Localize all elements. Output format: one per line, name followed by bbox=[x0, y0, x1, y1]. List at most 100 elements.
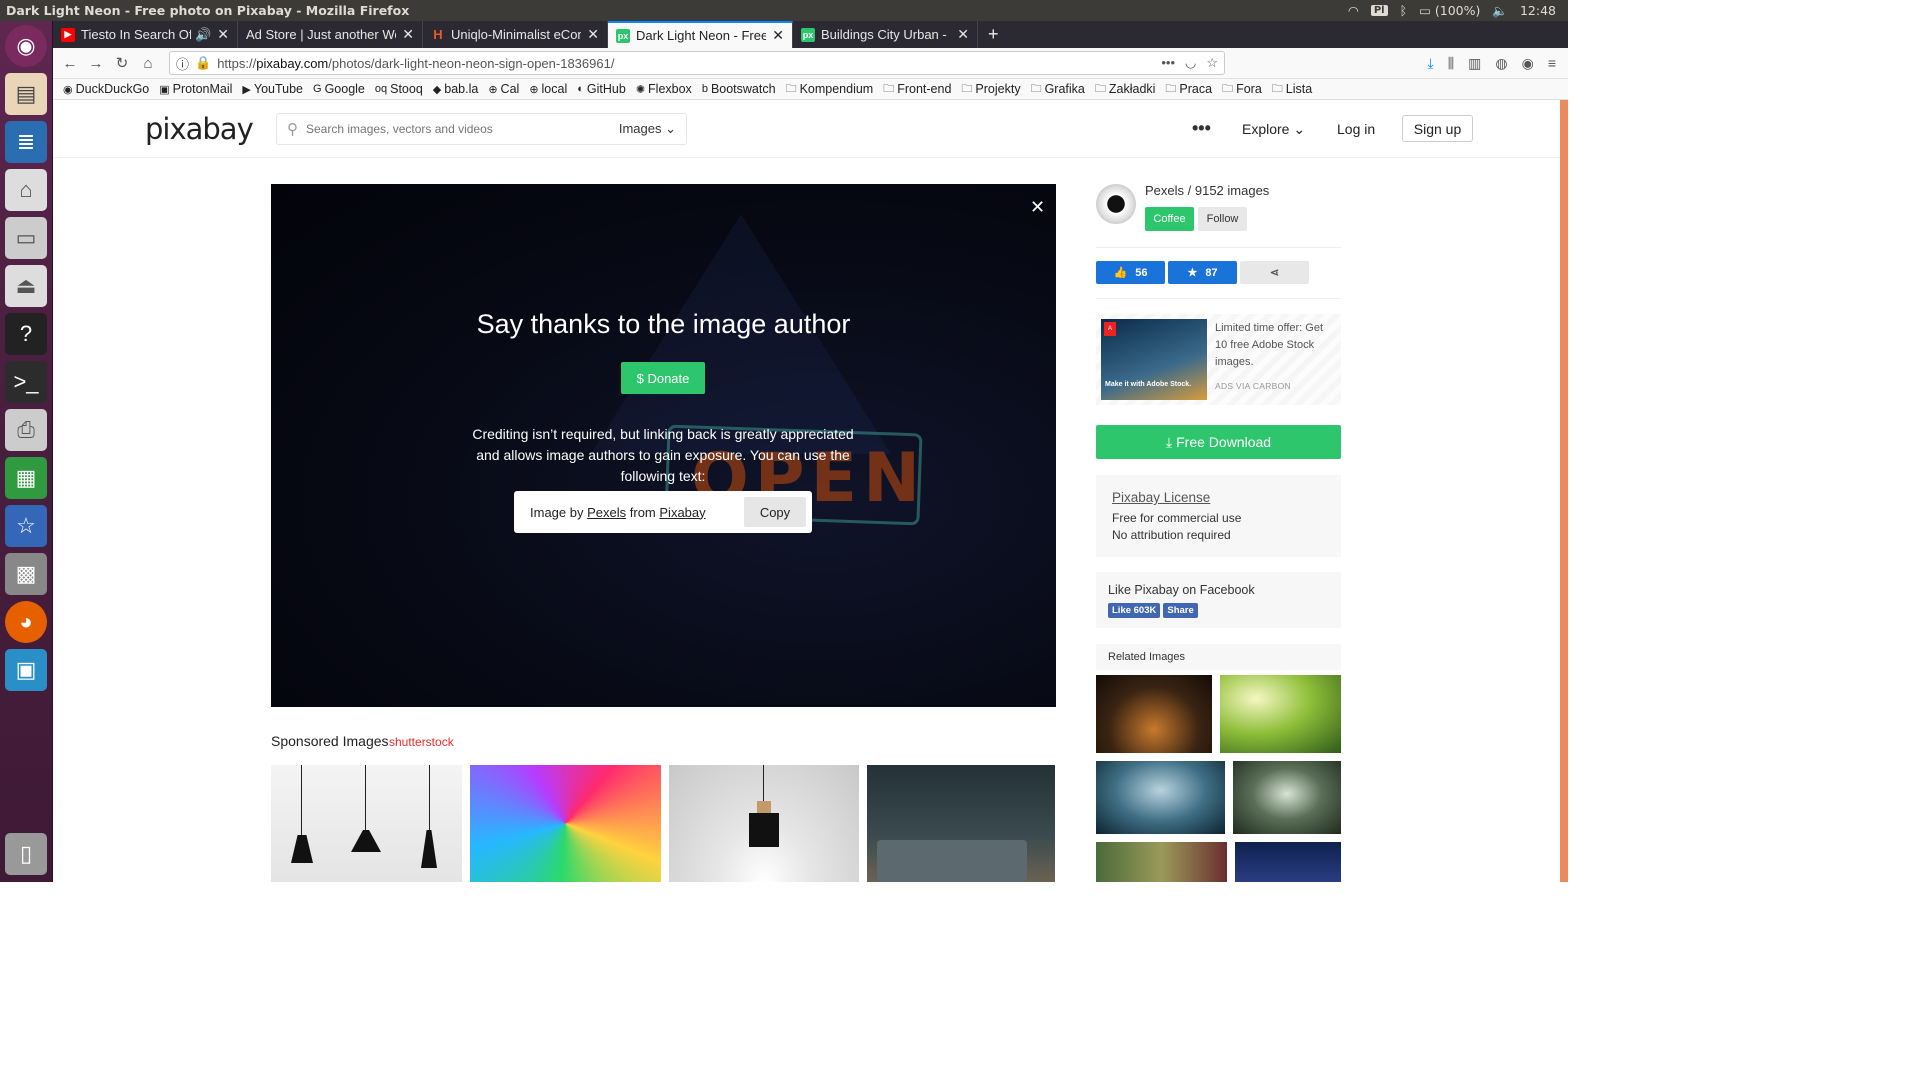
close-icon[interactable]: ✕ bbox=[217, 26, 229, 43]
bookmark-google[interactable]: G Google bbox=[313, 82, 365, 96]
download-icon[interactable]: ⤓ bbox=[1428, 55, 1434, 72]
software-center-icon[interactable]: ⌂ bbox=[5, 169, 47, 211]
ad-attribution[interactable]: ADS VIA CARBON bbox=[1215, 381, 1291, 391]
calc-spreadsheet-icon[interactable]: ▦ bbox=[5, 457, 47, 499]
related-image-1[interactable] bbox=[1096, 675, 1212, 753]
related-image-6[interactable] bbox=[1235, 842, 1341, 882]
bookmark-bootswatch[interactable]: b Bootswatch bbox=[702, 82, 776, 96]
page-actions-icon[interactable]: ••• bbox=[1161, 55, 1175, 71]
disk-icon[interactable]: ▭ bbox=[5, 217, 47, 259]
bookmark-grafika[interactable]: 🗀 Grafika bbox=[1031, 80, 1085, 99]
page-scrollbar[interactable] bbox=[1560, 100, 1568, 882]
sponsored-image-pendant-lamps[interactable] bbox=[271, 765, 462, 882]
more-menu-button[interactable]: ••• bbox=[1192, 118, 1211, 139]
bookmark-kompendium[interactable]: 🗀 Kompendium bbox=[786, 80, 874, 99]
tab-3[interactable]: H Uniqlo-Minimalist eCom ✕ bbox=[423, 21, 608, 48]
bookmark-protonmail[interactable]: ▣ ProtonMail bbox=[159, 82, 232, 96]
donate-button[interactable]: $ Donate bbox=[621, 362, 705, 394]
bookmark-github[interactable]: ◐ GitHub bbox=[577, 82, 626, 96]
terminal-icon[interactable]: >_ bbox=[5, 361, 47, 403]
close-icon[interactable]: ✕ bbox=[587, 26, 599, 43]
shutterstock-logo[interactable]: shutterstock bbox=[389, 735, 454, 749]
bookmark-stooq[interactable]: oq Stooq bbox=[375, 82, 423, 96]
bookmark-lista[interactable]: 🗀 Lista bbox=[1272, 80, 1312, 99]
back-button[interactable]: ← bbox=[57, 50, 83, 76]
bookmark-duckduckgo[interactable]: ◉ DuckDuckGo bbox=[63, 82, 149, 96]
facebook-like-button[interactable]: Like 603K bbox=[1108, 603, 1161, 618]
files-icon[interactable]: ▤ bbox=[5, 73, 47, 115]
info-icon[interactable]: ⓘ bbox=[176, 54, 189, 73]
avatar[interactable] bbox=[1096, 184, 1136, 224]
bookmark-praca[interactable]: 🗀 Praca bbox=[1165, 80, 1212, 99]
bookmark-fora[interactable]: 🗀 Fora bbox=[1222, 80, 1262, 99]
workspace-switcher-icon[interactable]: ▣ bbox=[5, 649, 47, 691]
clock[interactable]: 12:48 bbox=[1520, 3, 1556, 18]
author-info[interactable]: Pexels / 9152 images bbox=[1145, 183, 1269, 198]
scanner-icon[interactable]: ⎙ bbox=[5, 409, 47, 451]
bookmark-flexbox[interactable]: ✺ Flexbox bbox=[636, 82, 692, 96]
bookmark-zak-adki[interactable]: 🗀 Zakładki bbox=[1095, 80, 1156, 99]
related-image-2[interactable] bbox=[1220, 675, 1341, 753]
tab-1[interactable]: ▶ Tiesto In Search Of Su 🔊 ✕ bbox=[53, 21, 238, 48]
signup-button[interactable]: Sign up bbox=[1402, 115, 1473, 142]
sidebar-icon[interactable]: ▥ bbox=[1468, 55, 1481, 72]
facebook-share-button[interactable]: Share bbox=[1163, 603, 1198, 618]
explore-menu[interactable]: Explore ⌄ bbox=[1242, 121, 1305, 138]
sponsored-image-lamp[interactable] bbox=[669, 765, 859, 882]
favorite-button[interactable]: ★ 87 bbox=[1168, 261, 1237, 284]
speaker-icon[interactable]: 🔊 bbox=[195, 27, 211, 43]
free-download-button[interactable]: ⤓ Free Download bbox=[1096, 425, 1341, 459]
sponsored-image-colorful-paint[interactable] bbox=[470, 765, 661, 882]
login-link[interactable]: Log in bbox=[1337, 121, 1375, 137]
tab-2[interactable]: Ad Store | Just another Wo ✕ bbox=[238, 21, 423, 48]
extension-icon[interactable]: ◍ bbox=[1495, 55, 1507, 72]
trash-icon[interactable]: ▯ bbox=[5, 833, 47, 875]
tab-4-active[interactable]: px Dark Light Neon - Free p ✕ bbox=[608, 21, 793, 48]
copy-button[interactable]: Copy bbox=[744, 497, 806, 527]
like-button[interactable]: 👍 56 bbox=[1096, 261, 1165, 284]
image-viewer[interactable]: OPEN ✕ Say thanks to the image author $ … bbox=[271, 184, 1056, 707]
home-button[interactable]: ⌂ bbox=[135, 50, 161, 76]
bookmark-front-end[interactable]: 🗀 Front-end bbox=[883, 80, 951, 99]
tab-5[interactable]: px Buildings City Urban - Fr ✕ bbox=[793, 21, 978, 48]
bluetooth-icon[interactable]: ᛒ bbox=[1400, 3, 1408, 18]
account-icon[interactable]: ◉ bbox=[1522, 55, 1534, 72]
starred-app-icon[interactable]: ☆ bbox=[5, 505, 47, 547]
pixabay-logo[interactable]: pixabay bbox=[145, 112, 254, 146]
bookmark-projekty[interactable]: 🗀 Projekty bbox=[961, 80, 1020, 99]
carbon-ad[interactable]: A Make it with Adobe Stock. Limited time… bbox=[1096, 314, 1341, 405]
bookmark-cal[interactable]: ⊕ Cal bbox=[488, 82, 519, 96]
ubuntu-dash-icon[interactable]: ◉ bbox=[5, 25, 47, 67]
sponsored-image-bedroom[interactable] bbox=[867, 765, 1055, 882]
volume-icon[interactable]: 🔈 bbox=[1492, 3, 1508, 19]
bookmark-youtube[interactable]: ▶ YouTube bbox=[242, 82, 303, 96]
keyboard-layout[interactable]: Pl bbox=[1370, 5, 1388, 16]
firefox-icon[interactable]: ◕ bbox=[5, 601, 47, 643]
menu-icon[interactable]: ≡ bbox=[1548, 55, 1556, 72]
url-bar[interactable]: ⓘ 🔒 https://pixabay.com/photos/dark-ligh… bbox=[169, 51, 1225, 75]
search-input[interactable] bbox=[306, 122, 596, 136]
close-icon[interactable]: ✕ bbox=[957, 26, 969, 43]
wifi-icon[interactable]: ◠ bbox=[1348, 3, 1359, 18]
pocket-icon[interactable]: ◡ bbox=[1185, 55, 1196, 71]
usb-creator-icon[interactable]: ⏏ bbox=[5, 265, 47, 307]
calculator-icon[interactable]: ▩ bbox=[5, 553, 47, 595]
reload-button[interactable]: ↻ bbox=[109, 50, 135, 76]
close-icon[interactable]: ✕ bbox=[1030, 197, 1045, 218]
license-link[interactable]: Pixabay License bbox=[1112, 489, 1325, 506]
writer-icon[interactable]: ≣ bbox=[5, 121, 47, 163]
attribution-text[interactable]: Image by Pexels from Pixabay bbox=[530, 505, 706, 520]
follow-button[interactable]: Follow bbox=[1198, 207, 1247, 231]
search-type-select[interactable]: Images ⌄ bbox=[619, 121, 676, 137]
ad-image[interactable]: A Make it with Adobe Stock. bbox=[1101, 319, 1207, 400]
library-icon[interactable]: ⫼ bbox=[1448, 55, 1454, 72]
bookmark-star-icon[interactable]: ☆ bbox=[1206, 55, 1218, 71]
search-box[interactable]: ⚲ Images ⌄ bbox=[276, 113, 687, 145]
bookmark-local[interactable]: ⊕ local bbox=[529, 82, 567, 96]
system-monitor-icon[interactable]: ? bbox=[5, 313, 47, 355]
related-image-5[interactable] bbox=[1096, 842, 1227, 882]
related-image-3[interactable] bbox=[1096, 761, 1225, 834]
bookmark-bab-la[interactable]: ◆ bab.la bbox=[433, 82, 479, 96]
forward-button[interactable]: → bbox=[83, 50, 109, 76]
ad-text[interactable]: Limited time offer: Get 10 free Adobe St… bbox=[1215, 320, 1335, 371]
